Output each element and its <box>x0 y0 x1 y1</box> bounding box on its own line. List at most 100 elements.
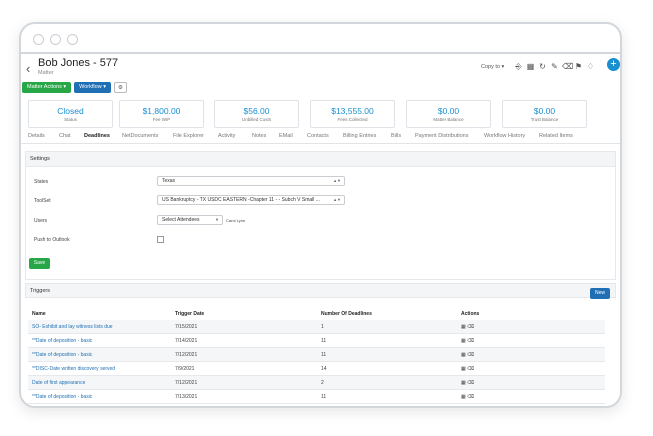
triggers-title: Triggers <box>25 283 616 298</box>
card-label: Fee WIP <box>152 117 171 122</box>
trash-icon[interactable]: ⌫ <box>467 352 474 358</box>
page-header: ‹ Bob Jones - 577 Matter Copy to ▾ ⎆ ▦ ↻… <box>21 56 620 82</box>
trash-icon[interactable]: ⌫ <box>467 338 474 344</box>
tab-details[interactable]: Details <box>28 133 45 139</box>
window-dot-icon <box>50 34 61 45</box>
card-label: Trust Balance <box>530 117 559 122</box>
tab-workflow-history[interactable]: Workflow History <box>484 133 525 139</box>
tab-deadlines[interactable]: Deadlines <box>84 133 110 139</box>
page-subtitle: Matter <box>38 70 54 76</box>
triggers-panel: Triggers New Name Trigger Date Number Of… <box>25 283 616 406</box>
tab-file-explorer[interactable]: File Explorer <box>173 133 204 139</box>
add-button[interactable]: + <box>607 58 620 71</box>
matter-actions-button[interactable]: Matter Actions ▾ <box>22 82 72 93</box>
tab-notes[interactable]: Notes <box>252 133 266 139</box>
trigger-date: 7/15/2021 <box>175 324 198 330</box>
trigger-date: 7/13/2021 <box>175 394 198 400</box>
back-chevron-icon[interactable]: ‹ <box>26 61 30 76</box>
card-value: $13,555.00 <box>331 106 374 116</box>
lock-icon[interactable]: ⎆ <box>514 62 523 71</box>
trigger-count: 11 <box>321 352 327 358</box>
trigger-name-link[interactable]: **Date of deposition - basic <box>32 352 92 358</box>
col-name: Name <box>32 311 46 317</box>
summary-card: $13,555.00 Fees Collected <box>310 100 395 128</box>
matter-actions-label: Matter Actions <box>27 84 62 90</box>
summary-card: Closed Status <box>28 100 113 128</box>
edit-icon[interactable]: ✎ <box>550 62 559 71</box>
table-row: Date of first appearance 7/12/2021 2 ▦ ⌫ <box>28 376 605 390</box>
trigger-count: 11 <box>321 394 327 400</box>
tab-contacts[interactable]: Contacts <box>307 133 329 139</box>
trigger-date: 7/12/2021 <box>175 380 198 386</box>
calendar-icon[interactable]: ▦ <box>461 338 466 344</box>
window-dot-icon <box>67 34 78 45</box>
table-row: SO- Exhibit and lay witness lists due 7/… <box>28 320 605 334</box>
trigger-name-link[interactable]: **DISC-Date written discovery served <box>32 366 115 372</box>
save-button[interactable]: Save <box>29 258 50 269</box>
tab-payment-distributions[interactable]: Payment Distributions <box>415 133 469 139</box>
states-select[interactable]: Texas ▲▼ <box>157 176 345 186</box>
calendar-icon[interactable]: ▦ <box>461 352 466 358</box>
card-value: $0.00 <box>437 106 460 116</box>
trigger-name-link[interactable]: **Date of deposition - basic <box>32 338 92 344</box>
row-actions: ▦ ⌫ <box>461 352 474 358</box>
refresh-icon[interactable]: ↻ <box>538 62 547 71</box>
summary-card: $1,800.00 Fee WIP <box>119 100 204 128</box>
browser-frame: ‹ Bob Jones - 577 Matter Copy to ▾ ⎆ ▦ ↻… <box>19 22 622 408</box>
trash-icon[interactable]: ⌫ <box>467 366 474 372</box>
grid-icon[interactable]: ▦ <box>526 62 535 71</box>
col-actions: Actions <box>461 311 480 317</box>
table-row: **Date of deposition - basic 7/12/2021 1… <box>28 348 605 362</box>
tab-netdocuments[interactable]: NetDocuments <box>122 133 158 139</box>
bell-icon[interactable]: ♢ <box>586 62 595 71</box>
summary-card: $56.00 Unbilled Costs <box>214 100 299 128</box>
tab-billing-entries[interactable]: Billing Entries <box>343 133 376 139</box>
new-trigger-button[interactable]: New <box>590 288 610 299</box>
settings-panel: Settings States Texas ▲▼ ToolSet US Bank… <box>25 151 616 280</box>
trash-icon[interactable]: ⌫ <box>467 324 474 330</box>
copy-to-label: Copy to <box>481 64 500 70</box>
row-actions: ▦ ⌫ <box>461 380 474 386</box>
tab-bills[interactable]: Bills <box>391 133 401 139</box>
copy-to-dropdown[interactable]: Copy to ▾ <box>481 64 504 70</box>
app-content: ‹ Bob Jones - 577 Matter Copy to ▾ ⎆ ▦ ↻… <box>21 56 620 406</box>
window-titlebar <box>21 24 620 54</box>
gear-icon[interactable]: ⚙ <box>113 82 127 93</box>
settings-title: Settings <box>26 152 615 167</box>
card-value: Closed <box>57 106 84 116</box>
header-icons: ⎆ ▦ ↻ ✎ ⌫ ⚑ ♢ <box>514 62 595 71</box>
trigger-name-link[interactable]: SO- Exhibit and lay witness lists due <box>32 324 113 330</box>
push-outlook-checkbox[interactable] <box>157 236 164 243</box>
table-row: **DISC-Date written discovery served 7/9… <box>28 362 605 376</box>
push-outlook-label: Push to Outlook <box>34 237 70 243</box>
card-value: $1,800.00 <box>142 106 181 116</box>
flag-icon[interactable]: ⚑ <box>574 62 583 71</box>
card-label: Fees Collected <box>337 117 368 122</box>
card-value: $56.00 <box>243 106 270 116</box>
tab-activity[interactable]: Activity <box>218 133 235 139</box>
users-select[interactable]: Select Attendees ▼ <box>157 215 223 225</box>
calendar-icon[interactable]: ▦ <box>461 324 466 330</box>
trash-icon[interactable]: ⌫ <box>562 62 573 71</box>
trigger-name-link[interactable]: **Date of deposition - basic <box>32 394 92 400</box>
summary-cards: Closed Status $1,800.00 Fee WIP $56.00 U… <box>21 100 620 132</box>
calendar-icon[interactable]: ▦ <box>461 380 466 386</box>
calendar-icon[interactable]: ▦ <box>461 366 466 372</box>
trash-icon[interactable]: ⌫ <box>467 394 474 400</box>
tab-chat[interactable]: Chat <box>59 133 71 139</box>
tab-related-items[interactable]: Related Items <box>539 133 573 139</box>
trash-icon[interactable]: ⌫ <box>467 380 474 386</box>
workflow-button[interactable]: Workflow ▾ <box>74 82 111 93</box>
calendar-icon[interactable]: ▦ <box>461 394 466 400</box>
tab-bar: Details Chat Deadlines NetDocuments File… <box>21 132 620 144</box>
row-actions: ▦ ⌫ <box>461 338 474 344</box>
trigger-date: 7/12/2021 <box>175 352 198 358</box>
trigger-count: 11 <box>321 338 327 344</box>
summary-card: $0.00 Matter Balance <box>406 100 491 128</box>
tab-email[interactable]: EMail <box>279 133 293 139</box>
trigger-name-link[interactable]: Date of first appearance <box>32 380 85 386</box>
toolset-select[interactable]: US Bankruptcy - TX USDC EASTERN -Chapter… <box>157 195 345 205</box>
users-value: Select Attendees <box>162 217 200 223</box>
states-label: States <box>34 179 49 185</box>
card-label: Status <box>64 117 77 122</box>
